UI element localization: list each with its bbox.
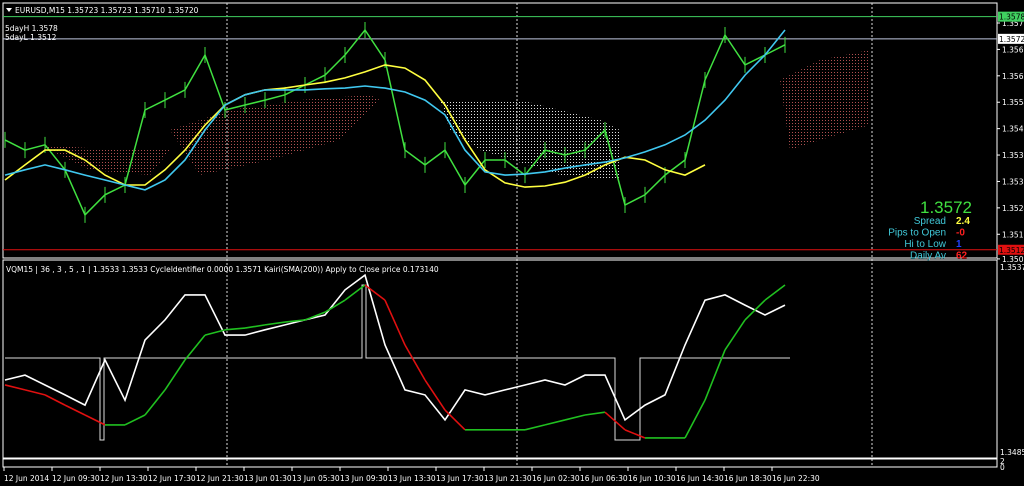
price-axis: 1.357651.356901.356151.355401.354651.353… xyxy=(997,11,1024,264)
time-label: 16 Jun 22:30 xyxy=(772,474,820,483)
info-value: 2.4 xyxy=(956,216,970,227)
info-label: Pips to Open xyxy=(888,228,946,239)
info-value: 62 xyxy=(956,251,968,262)
third-panel[interactable] xyxy=(2,458,998,468)
price-label: 1.35615 xyxy=(1002,72,1024,81)
low-marker: 1.35121 xyxy=(999,246,1024,255)
time-label: 16 Jun 10:30 xyxy=(628,474,676,483)
indicator-axis: 1.3537 1.3485 2 0 xyxy=(1000,263,1024,472)
indicator-panel[interactable] xyxy=(2,259,998,459)
five-day-low-label: 5dayL 1.3512 xyxy=(5,33,57,42)
price-label: 1.35690 xyxy=(1002,45,1024,54)
time-label: 13 Jun 05:30 xyxy=(292,474,340,483)
info-value: -0 xyxy=(956,228,965,239)
info-label: Spread xyxy=(914,216,946,227)
time-label: 12 Jun 09:30 xyxy=(52,474,100,483)
current-price-big: 1.3572 xyxy=(920,198,972,217)
time-label: 16 Jun 06:30 xyxy=(580,474,628,483)
time-label: 16 Jun 14:30 xyxy=(676,474,724,483)
time-label: 12 Jun 17:30 xyxy=(148,474,196,483)
indicator-axis-top: 1.3537 xyxy=(1000,263,1024,272)
time-label: 12 Jun 21:30 xyxy=(196,474,244,483)
price-label: 1.35165 xyxy=(1002,230,1024,239)
high-marker: 1.35783 xyxy=(999,13,1024,22)
info-value: 1 xyxy=(956,239,962,250)
trading-chart[interactable]: EURUSD,M15 1.35723 1.35723 1.35710 1.357… xyxy=(0,0,1024,486)
time-label: 13 Jun 13:30 xyxy=(388,474,436,483)
price-label: 1.35315 xyxy=(1002,177,1024,186)
price-label: 1.35240 xyxy=(1002,204,1024,213)
time-label: 13 Jun 21:30 xyxy=(484,474,532,483)
time-label: 13 Jun 01:30 xyxy=(244,474,292,483)
current-marker: 1.35720 xyxy=(999,35,1024,44)
time-label: 13 Jun 17:30 xyxy=(436,474,484,483)
time-label: 13 Jun 09:30 xyxy=(340,474,388,483)
five-day-high-label: 5dayH 1.3578 xyxy=(5,24,58,33)
price-label: 1.35540 xyxy=(1002,98,1024,107)
third-axis-bottom: 0 xyxy=(1000,463,1005,472)
indicator-axis-bottom: 1.3485 xyxy=(1000,448,1024,457)
price-label: 1.35390 xyxy=(1002,151,1024,160)
time-label: 16 Jun 02:30 xyxy=(532,474,580,483)
price-label: 1.35465 xyxy=(1002,125,1024,134)
indicator-header: VQM15 | 36 , 3 , 5 , 1 | 1.3533 1.3533 C… xyxy=(6,265,439,274)
time-axis: 12 Jun 2014 12 Jun 09:30 12 Jun 13:30 12 Ju… xyxy=(3,467,820,483)
time-label: 16 Jun 18:30 xyxy=(724,474,772,483)
time-label: 12 Jun 13:30 xyxy=(100,474,148,483)
info-label: Daily Av xyxy=(910,251,946,262)
symbol-quote: EURUSD,M15 1.35723 1.35723 1.35710 1.357… xyxy=(15,6,199,15)
info-label: Hi to Low xyxy=(904,239,946,250)
time-label: 12 Jun 2014 xyxy=(4,474,49,483)
